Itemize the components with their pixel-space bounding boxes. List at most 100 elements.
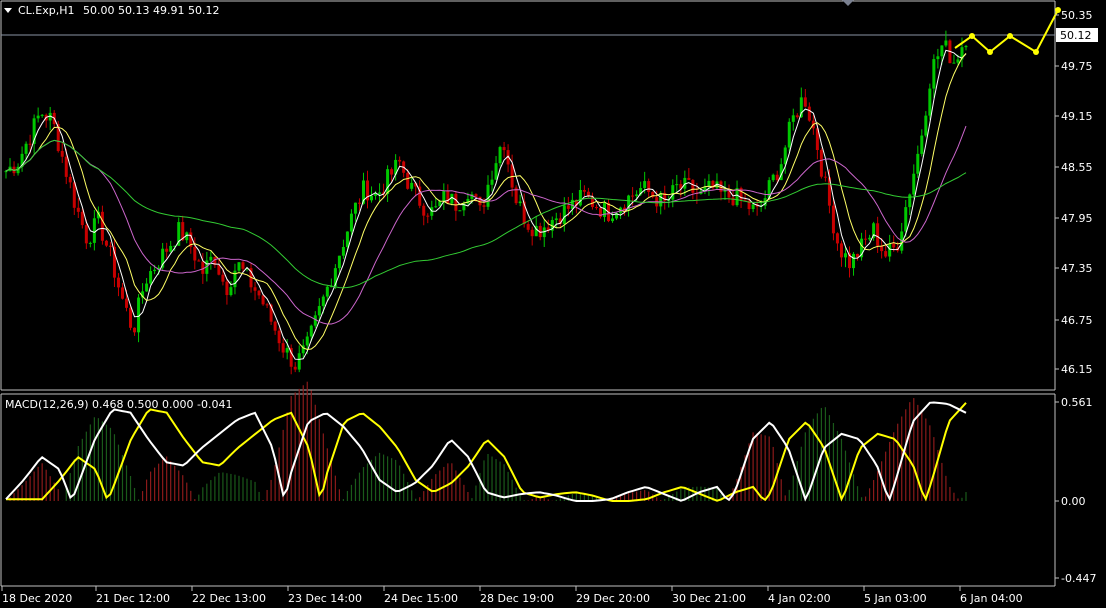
candle-body xyxy=(36,115,40,119)
candle-body xyxy=(80,211,84,226)
arrow-head-icon xyxy=(1007,33,1013,39)
candle-body xyxy=(120,287,124,299)
time-tick-label: 23 Dec 14:00 xyxy=(288,592,362,605)
candle-body xyxy=(916,153,920,174)
candle-body xyxy=(68,176,72,183)
candle-body xyxy=(956,59,960,63)
candle-body xyxy=(852,253,856,269)
candle-body xyxy=(345,231,349,248)
candle-body xyxy=(40,114,44,116)
candle-body xyxy=(924,115,928,136)
symbol-label: CL.Exp,H1 xyxy=(18,4,75,17)
macd-tick-label: 0.00 xyxy=(1061,495,1086,508)
candle-body xyxy=(647,181,651,192)
candle-body xyxy=(831,205,835,234)
candle-body xyxy=(594,207,598,209)
candle-body xyxy=(807,106,811,121)
macd-tick-label: 0.561 xyxy=(1061,396,1093,409)
candle-body xyxy=(201,261,205,274)
candle-body xyxy=(928,88,932,116)
candle-body xyxy=(635,194,639,197)
chart-background xyxy=(0,0,1106,608)
last-price-tag: 50.12 xyxy=(1056,28,1098,42)
candle-body xyxy=(659,192,663,207)
candle-body xyxy=(819,150,823,177)
candle-body xyxy=(325,286,329,297)
candle-body xyxy=(209,256,213,261)
time-tick-label: 6 Jan 04:00 xyxy=(960,592,1023,605)
candle-body xyxy=(108,245,112,247)
svg-text:50.12: 50.12 xyxy=(1060,29,1092,42)
time-tick-label: 28 Dec 19:00 xyxy=(480,592,554,605)
candle-body xyxy=(104,240,108,246)
price-tick-label: 49.15 xyxy=(1061,110,1093,123)
candle-body xyxy=(611,218,615,222)
candle-body xyxy=(526,224,530,230)
candle-body xyxy=(876,223,880,246)
candle-body xyxy=(554,218,558,221)
candle-body xyxy=(582,190,586,192)
candle-body xyxy=(530,229,534,237)
time-tick-label: 29 Dec 20:00 xyxy=(576,592,650,605)
candle-body xyxy=(912,173,916,195)
candle-body xyxy=(386,169,390,195)
candle-body xyxy=(671,185,675,200)
candle-body xyxy=(687,177,691,180)
candle-body xyxy=(936,56,940,60)
candle-body xyxy=(446,190,450,204)
candle-body xyxy=(76,207,80,212)
candle-body xyxy=(60,150,64,157)
ohlc-values: 50.00 50.13 49.91 50.12 xyxy=(83,4,219,17)
candle-body xyxy=(944,40,948,46)
time-tick-label: 18 Dec 2020 xyxy=(2,592,72,605)
trading-chart[interactable]: CL.Exp,H1 50.00 50.13 49.91 50.12 50.35 4… xyxy=(0,0,1106,608)
candle-body xyxy=(434,206,438,208)
candle-body xyxy=(281,343,285,353)
macd-tick-label: -0.447 xyxy=(1061,572,1096,585)
candle-body xyxy=(390,169,394,175)
time-tick-label: 4 Jan 02:00 xyxy=(768,592,831,605)
macd-label: MACD(12,26,9) 0.468 0.500 0.000 -0.041 xyxy=(5,398,232,411)
candle-body xyxy=(317,306,321,316)
candle-body xyxy=(940,45,944,57)
candle-body xyxy=(116,277,120,288)
candle-body xyxy=(285,348,289,353)
candle-body xyxy=(787,121,791,148)
time-tick-label: 21 Dec 12:00 xyxy=(96,592,170,605)
candle-body xyxy=(153,269,157,272)
candle-body xyxy=(932,59,936,89)
candle-body xyxy=(273,321,277,331)
price-tick-label: 48.55 xyxy=(1061,161,1093,174)
candle-body xyxy=(64,156,68,177)
candle-body xyxy=(410,182,414,189)
candle-body xyxy=(277,330,281,344)
candle-body xyxy=(904,207,908,232)
candle-body xyxy=(241,262,245,269)
arrow-head-icon xyxy=(969,33,975,39)
candle-body xyxy=(374,193,378,196)
candle-body xyxy=(370,195,374,201)
candle-body xyxy=(225,281,229,296)
candle-body xyxy=(261,295,265,305)
candle-body xyxy=(458,210,462,212)
price-tick-label: 46.15 xyxy=(1061,363,1093,376)
time-tick-label: 24 Dec 15:00 xyxy=(384,592,458,605)
candle-body xyxy=(843,253,847,258)
candle-body xyxy=(293,366,297,370)
candle-body xyxy=(88,242,92,244)
candle-body xyxy=(490,179,494,185)
candle-body xyxy=(839,243,843,258)
candle-body xyxy=(4,171,8,173)
candle-body xyxy=(145,283,149,292)
candle-body xyxy=(631,195,635,197)
candle-body xyxy=(884,251,888,257)
time-tick-label: 22 Dec 13:00 xyxy=(192,592,266,605)
chart-header: CL.Exp,H1 50.00 50.13 49.91 50.12 xyxy=(4,4,219,17)
candle-body xyxy=(864,238,868,240)
price-tick-label: 47.95 xyxy=(1061,212,1093,225)
candle-body xyxy=(28,143,32,145)
candle-body xyxy=(562,205,566,225)
candle-body xyxy=(100,211,104,241)
candle-body xyxy=(24,143,28,154)
candle-body xyxy=(920,135,924,154)
